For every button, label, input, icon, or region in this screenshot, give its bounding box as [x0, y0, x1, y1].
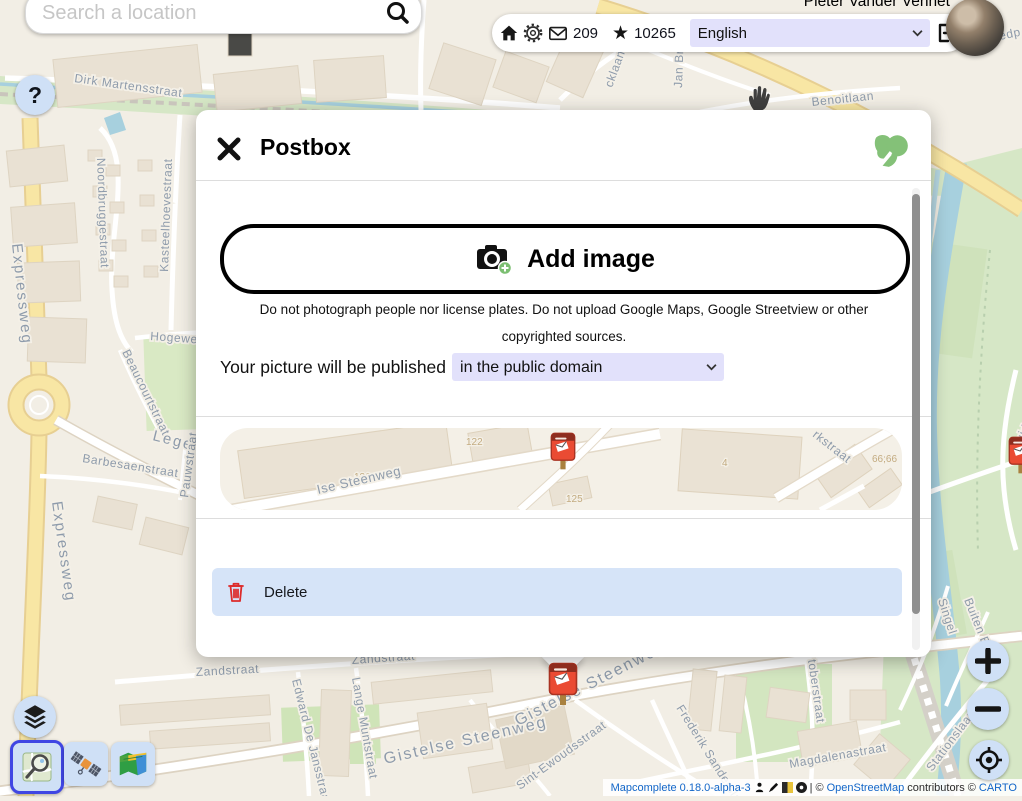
- help-label: ?: [28, 82, 42, 109]
- search-bar[interactable]: [25, 0, 422, 34]
- language-select[interactable]: English: [690, 19, 930, 47]
- message-count[interactable]: 209: [573, 25, 598, 42]
- theme-button-satellite[interactable]: [64, 742, 108, 786]
- minus-icon: [975, 696, 1001, 722]
- help-button[interactable]: ?: [15, 75, 55, 115]
- divider: [196, 518, 931, 519]
- license-select-wrap: in the public domain: [452, 353, 724, 381]
- language-select-wrap: English: [690, 19, 930, 47]
- gear-icon[interactable]: [523, 23, 543, 43]
- house-number: 125: [566, 494, 583, 505]
- hand-cursor-icon: [746, 84, 772, 112]
- dialog-title: Postbox: [260, 134, 351, 161]
- attribution-divider: |: [810, 782, 813, 794]
- postbox-dialog: Postbox Add image Do not photograph peop…: [196, 110, 931, 657]
- delete-label: Delete: [264, 584, 307, 601]
- contributors-text: contributors ©: [907, 782, 976, 794]
- satellite-icon: [70, 748, 102, 780]
- star-icon[interactable]: ★: [612, 24, 629, 43]
- license-label: Your picture will be published: [220, 357, 446, 378]
- add-image-label: Add image: [527, 245, 655, 274]
- search-input[interactable]: [40, 1, 385, 26]
- divider: [196, 180, 931, 181]
- image-upload-notice: Do not photograph people nor license pla…: [240, 296, 888, 350]
- license-row: Your picture will be published in the pu…: [220, 353, 724, 381]
- locate-icon: [975, 746, 1003, 774]
- openstreetmap-link[interactable]: OpenStreetMap: [827, 782, 905, 794]
- license-select[interactable]: in the public domain: [452, 353, 724, 381]
- home-icon[interactable]: [500, 24, 518, 42]
- close-icon[interactable]: [214, 134, 244, 164]
- postbox-marker[interactable]: [548, 662, 578, 708]
- mail-icon[interactable]: [548, 24, 568, 42]
- delete-button[interactable]: Delete: [212, 568, 902, 616]
- street-label: Jan Br: [671, 49, 686, 88]
- contributor-badge-icon: [754, 782, 765, 793]
- postbox-marker-partial[interactable]: [1008, 436, 1022, 476]
- plus-icon: [975, 648, 1001, 674]
- mapcomplete-version-link[interactable]: Mapcomplete 0.18.0-alpha-3: [611, 782, 751, 794]
- avatar[interactable]: [946, 0, 1004, 56]
- circle-badge-icon: [796, 782, 807, 793]
- trash-icon: [226, 581, 246, 603]
- username-link[interactable]: Pieter Vander Vennet: [804, 0, 950, 11]
- layers-icon: [19, 701, 51, 733]
- zoom-in-button[interactable]: [967, 640, 1009, 682]
- osm-theme-icon: [20, 750, 54, 784]
- theme-button-folded-map[interactable]: [111, 742, 155, 786]
- house-number: 4: [722, 458, 728, 469]
- add-image-button[interactable]: Add image: [220, 224, 910, 294]
- copyright-symbol: ©: [815, 782, 823, 794]
- house-number: 66;66: [872, 454, 897, 465]
- search-icon[interactable]: [385, 0, 411, 26]
- locate-button[interactable]: [969, 740, 1009, 780]
- dialog-minimap[interactable]: 122 136 125 4 66;66 Ise Steenweg rkstraa…: [220, 428, 902, 510]
- folded-map-icon: [117, 748, 149, 780]
- scrollbar-thumb[interactable]: [912, 194, 920, 614]
- user-toolbar: 209 ★ 10265 English: [492, 14, 966, 52]
- divider: [196, 416, 931, 417]
- attribution-bar: Mapcomplete 0.18.0-alpha-3 | © OpenStree…: [603, 779, 1022, 796]
- badge-icon: [782, 782, 793, 793]
- star-count[interactable]: 10265: [634, 25, 676, 42]
- theme-button-osm-selected[interactable]: [10, 740, 64, 794]
- layers-button[interactable]: [14, 696, 56, 738]
- pencil-icon: [768, 782, 779, 793]
- house-number: 122: [466, 437, 483, 448]
- zoom-out-button[interactable]: [967, 688, 1009, 730]
- mapcomplete-logo-icon: [871, 130, 911, 170]
- camera-plus-icon: [475, 242, 513, 276]
- carto-link[interactable]: CARTO: [979, 782, 1017, 794]
